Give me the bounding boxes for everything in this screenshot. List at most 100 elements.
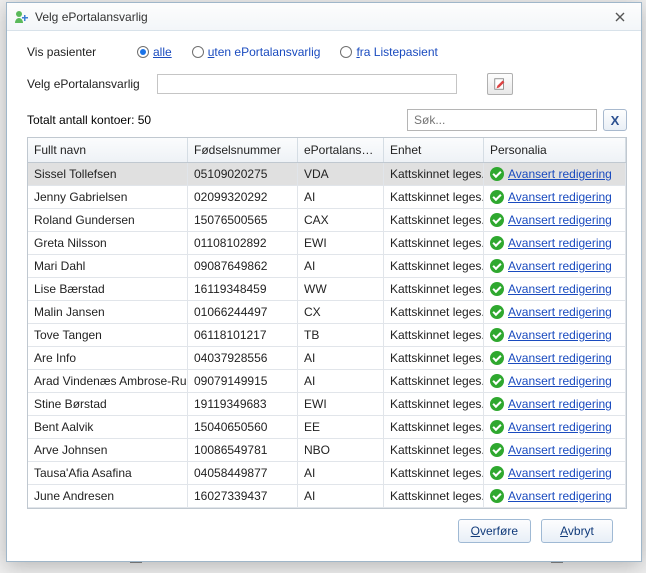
table-row[interactable]: Are Info04037928556AIKattskinnet leges..… (28, 347, 626, 370)
table-row[interactable]: Tausa'Afia Asafina04058449877AIKattskinn… (28, 462, 626, 485)
filter-label: Vis pasienter (27, 45, 137, 59)
table-row[interactable]: Greta Nilsson01108102892EWIKattskinnet l… (28, 232, 626, 255)
cell-enh: Kattskinnet leges... (384, 232, 484, 254)
advanced-edit-link[interactable]: Avansert redigering (508, 305, 612, 319)
table-row[interactable]: Arad Vindenæs Ambrose-Ru...09079149915AI… (28, 370, 626, 393)
cell-enh: Kattskinnet leges... (384, 324, 484, 346)
table-row[interactable]: Stine Børstad19119349683EWIKattskinnet l… (28, 393, 626, 416)
cell-name: Arad Vindenæs Ambrose-Ru... (28, 370, 188, 392)
clear-search-button[interactable]: X (603, 109, 627, 131)
cell-num: 15040650560 (188, 416, 298, 438)
cancel-button[interactable]: Avbryt (541, 519, 613, 543)
data-grid: Fullt navn Fødselsnummer ePortalansvarli… (27, 137, 627, 509)
check-icon (490, 328, 504, 342)
cell-num: 15076500565 (188, 209, 298, 231)
cell-name: Malin Jansen (28, 301, 188, 323)
cell-name: Tove Tangen (28, 324, 188, 346)
check-icon (490, 443, 504, 457)
check-icon (490, 213, 504, 227)
eportal-responsible-input[interactable] (157, 74, 457, 94)
edit-button[interactable] (487, 73, 513, 95)
advanced-edit-link[interactable]: Avansert redigering (508, 397, 612, 411)
cell-enh: Kattskinnet leges... (384, 462, 484, 484)
radio-dot-icon (137, 46, 149, 58)
grid-body[interactable]: Sissel Tollefsen05109020275VDAKattskinne… (28, 163, 626, 508)
cell-num: 04058449877 (188, 462, 298, 484)
advanced-edit-link[interactable]: Avansert redigering (508, 374, 612, 388)
advanced-edit-link[interactable]: Avansert redigering (508, 213, 612, 227)
cell-name: Tausa'Afia Asafina (28, 462, 188, 484)
check-icon (490, 167, 504, 181)
cell-num: 16119348459 (188, 278, 298, 300)
check-icon (490, 282, 504, 296)
cell-num: 02099320292 (188, 186, 298, 208)
check-icon (490, 305, 504, 319)
transfer-button[interactable]: Overføre (458, 519, 531, 543)
cell-per: Avansert redigering (484, 416, 626, 438)
advanced-edit-link[interactable]: Avansert redigering (508, 443, 612, 457)
table-row[interactable]: Jenny Gabrielsen02099320292AIKattskinnet… (28, 186, 626, 209)
advanced-edit-link[interactable]: Avansert redigering (508, 351, 612, 365)
col-per[interactable]: Personalia (484, 138, 626, 162)
cell-per: Avansert redigering (484, 324, 626, 346)
cell-epa: AI (298, 255, 384, 277)
cell-name: Sissel Tollefsen (28, 163, 188, 185)
check-icon (490, 236, 504, 250)
cell-per: Avansert redigering (484, 186, 626, 208)
cell-num: 04037928556 (188, 347, 298, 369)
advanced-edit-link[interactable]: Avansert redigering (508, 259, 612, 273)
cell-num: 09087649862 (188, 255, 298, 277)
grid-header: Fullt navn Fødselsnummer ePortalansvarli… (28, 138, 626, 163)
advanced-edit-link[interactable]: Avansert redigering (508, 190, 612, 204)
table-row[interactable]: Malin Jansen01066244497CXKattskinnet leg… (28, 301, 626, 324)
advanced-edit-link[interactable]: Avansert redigering (508, 167, 612, 181)
cell-per: Avansert redigering (484, 301, 626, 323)
app-icon (13, 9, 29, 25)
titlebar: Velg ePortalansvarlig (7, 3, 641, 31)
table-row[interactable]: Bent Aalvik15040650560EEKattskinnet lege… (28, 416, 626, 439)
cell-per: Avansert redigering (484, 163, 626, 185)
cell-epa: AI (298, 347, 384, 369)
advanced-edit-link[interactable]: Avansert redigering (508, 489, 612, 503)
col-name[interactable]: Fullt navn (28, 138, 188, 162)
close-button[interactable] (605, 7, 635, 27)
cell-per: Avansert redigering (484, 232, 626, 254)
col-epa[interactable]: ePortalansvarlig (298, 138, 384, 162)
check-icon (490, 489, 504, 503)
table-row[interactable]: Roland Gundersen15076500565CAXKattskinne… (28, 209, 626, 232)
advanced-edit-link[interactable]: Avansert redigering (508, 420, 612, 434)
advanced-edit-link[interactable]: Avansert redigering (508, 328, 612, 342)
advanced-edit-link[interactable]: Avansert redigering (508, 236, 612, 250)
cell-enh: Kattskinnet leges... (384, 301, 484, 323)
radio-all[interactable]: alle (137, 45, 172, 59)
cell-name: Arve Johnsen (28, 439, 188, 461)
table-row[interactable]: Sissel Tollefsen05109020275VDAKattskinne… (28, 163, 626, 186)
cell-enh: Kattskinnet leges... (384, 439, 484, 461)
dialog: Velg ePortalansvarlig Vis pasienter alle… (6, 2, 642, 562)
cell-per: Avansert redigering (484, 462, 626, 484)
cell-epa: EWI (298, 232, 384, 254)
radio-dot-icon (192, 46, 204, 58)
table-row[interactable]: Mari Dahl09087649862AIKattskinnet leges.… (28, 255, 626, 278)
radio-from-list[interactable]: fra Listepasient (340, 45, 437, 59)
cell-epa: AI (298, 462, 384, 484)
radio-no-responsible[interactable]: uten ePortalansvarlig (192, 45, 321, 59)
check-icon (490, 374, 504, 388)
table-row[interactable]: Arve Johnsen10086549781NBOKattskinnet le… (28, 439, 626, 462)
cell-enh: Kattskinnet leges... (384, 370, 484, 392)
col-enh[interactable]: Enhet (384, 138, 484, 162)
search-input[interactable] (407, 109, 597, 131)
cell-num: 10086549781 (188, 439, 298, 461)
table-row[interactable]: Lise Bærstad16119348459WWKattskinnet leg… (28, 278, 626, 301)
total-count: Totalt antall kontoer: 50 (27, 113, 151, 127)
cell-per: Avansert redigering (484, 278, 626, 300)
table-row[interactable]: June Andresen16027339437AIKattskinnet le… (28, 485, 626, 508)
col-num[interactable]: Fødselsnummer (188, 138, 298, 162)
advanced-edit-link[interactable]: Avansert redigering (508, 466, 612, 480)
cell-enh: Kattskinnet leges... (384, 209, 484, 231)
advanced-edit-link[interactable]: Avansert redigering (508, 282, 612, 296)
window-title: Velg ePortalansvarlig (35, 10, 605, 24)
cell-num: 16027339437 (188, 485, 298, 507)
table-row[interactable]: Tove Tangen06118101217TBKattskinnet lege… (28, 324, 626, 347)
cell-per: Avansert redigering (484, 370, 626, 392)
